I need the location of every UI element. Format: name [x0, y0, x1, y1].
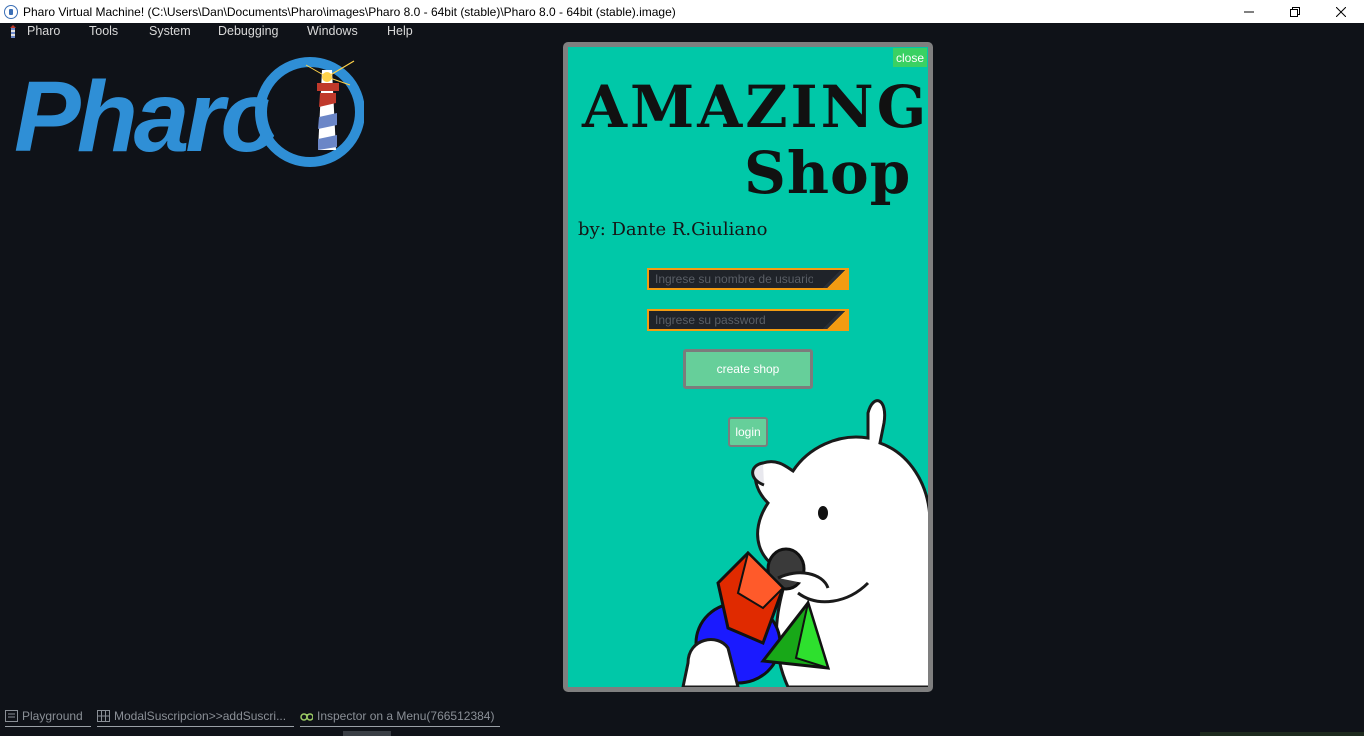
task-label: ModalSuscripcion>>addSuscri...	[114, 709, 287, 723]
pharo-app-icon	[4, 4, 18, 19]
task-system-browser[interactable]: ModalSuscripcion>>addSuscri...	[97, 706, 294, 727]
menu-debugging[interactable]: Debugging	[218, 24, 278, 38]
window-title-bar: Pharo Virtual Machine! (C:\Users\Dan\Doc…	[0, 0, 1364, 23]
task-playground[interactable]: Playground	[5, 706, 91, 727]
username-field[interactable]	[647, 268, 849, 290]
field-resize-corner	[821, 311, 847, 329]
minimize-button[interactable]	[1226, 0, 1272, 23]
window-title: Pharo Virtual Machine! (C:\Users\Dan\Doc…	[23, 4, 676, 19]
password-input[interactable]	[649, 311, 819, 329]
restore-icon	[1290, 6, 1300, 17]
close-icon	[1336, 6, 1346, 17]
pharo-logo: Pharo	[14, 55, 365, 173]
polar-bear-mascot	[681, 399, 928, 687]
modal-content: close AMAZING Shop by: Dante R.Giuliano …	[568, 47, 928, 687]
create-shop-button[interactable]: create shop	[683, 349, 813, 389]
minimize-icon	[1244, 11, 1254, 12]
password-field[interactable]	[647, 309, 849, 331]
restore-button[interactable]	[1272, 0, 1318, 23]
menu-pharo[interactable]: Pharo	[27, 24, 60, 38]
task-label: Inspector on a Menu(766512384)	[317, 709, 495, 723]
headline-shop: Shop	[744, 139, 912, 207]
inspector-icon	[300, 710, 313, 722]
task-bar: Playground ModalSuscripcion>>addSuscri..…	[0, 703, 1364, 736]
task-inspector[interactable]: Inspector on a Menu(766512384)	[300, 706, 500, 727]
menu-help[interactable]: Help	[387, 24, 413, 38]
field-resize-corner	[821, 270, 847, 288]
username-input[interactable]	[649, 270, 819, 288]
headline-amazing: AMAZING	[582, 73, 928, 141]
horizontal-scroll-thumb[interactable]	[343, 731, 391, 736]
lighthouse-icon	[10, 25, 16, 38]
menu-tools[interactable]: Tools	[89, 24, 118, 38]
author-byline: by: Dante R.Giuliano	[578, 219, 768, 240]
menu-bar: Pharo Tools System Debugging Windows Hel…	[0, 23, 1364, 41]
close-button[interactable]: close	[893, 48, 927, 67]
close-window-button[interactable]	[1318, 0, 1364, 23]
menu-system[interactable]: System	[149, 24, 191, 38]
logo-text: Pharo	[14, 61, 278, 170]
amazing-shop-modal: close AMAZING Shop by: Dante R.Giuliano …	[563, 42, 933, 692]
task-label: Playground	[22, 709, 83, 723]
menu-windows[interactable]: Windows	[307, 24, 358, 38]
playground-icon	[5, 710, 18, 722]
browser-icon	[97, 710, 110, 722]
